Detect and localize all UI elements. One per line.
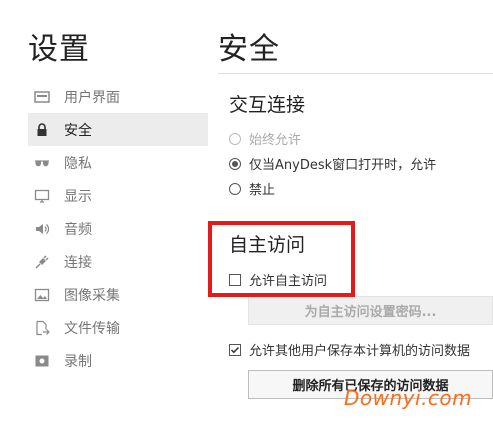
checkbox[interactable] — [229, 343, 241, 356]
record-icon — [34, 353, 50, 369]
sunglasses-icon — [34, 155, 50, 171]
title-divider — [218, 73, 493, 74]
radio-label: 禁止 — [249, 183, 276, 198]
radio-label: 仅当AnyDesk窗口打开时，允许 — [249, 158, 437, 173]
sidebar-item-recording[interactable]: 录制 — [28, 344, 208, 377]
checkmark-icon — [230, 346, 240, 353]
sidebar-item-label: 图像采集 — [64, 287, 120, 304]
button-label: 为自主访问设置密码... — [304, 305, 437, 320]
sidebar-item-connection[interactable]: 连接 — [28, 245, 208, 278]
settings-sidebar: 用户界面 安全 隐私 显示 音频 连接 图像采集 文件传输 录制 — [28, 80, 208, 377]
radio-only-when-window-open[interactable]: 仅当AnyDesk窗口打开时，允许 — [229, 154, 436, 173]
file-transfer-icon — [34, 320, 50, 336]
set-password-button[interactable]: 为自主访问设置密码... — [248, 296, 493, 325]
radio-button[interactable] — [229, 132, 241, 145]
plug-icon — [34, 254, 50, 270]
sidebar-item-label: 显示 — [64, 188, 92, 205]
lock-icon — [34, 122, 50, 138]
sidebar-item-audio[interactable]: 音频 — [28, 212, 208, 245]
highlight-annotation-box — [208, 221, 355, 297]
sidebar-item-label: 文件传输 — [64, 320, 120, 337]
allow-others-save-access[interactable]: 允许其他用户保存本计算机的访问数据 — [229, 340, 470, 359]
interactive-access-title: 交互连接 — [229, 94, 306, 116]
radio-button[interactable] — [229, 157, 241, 170]
sidebar-item-security[interactable]: 安全 — [28, 113, 208, 146]
settings-title: 设置 — [28, 32, 90, 67]
display-icon — [34, 188, 50, 204]
radio-deny[interactable]: 禁止 — [229, 179, 275, 198]
image-icon — [34, 287, 50, 303]
sidebar-item-label: 安全 — [64, 122, 92, 139]
sidebar-item-label: 音频 — [64, 221, 92, 238]
sidebar-item-label: 隐私 — [64, 155, 92, 172]
radio-always-allow[interactable]: 始终允许 — [229, 129, 301, 148]
sidebar-item-display[interactable]: 显示 — [28, 179, 208, 212]
sidebar-item-label: 连接 — [64, 254, 92, 271]
monitor-window-icon — [34, 89, 50, 105]
speaker-icon — [34, 221, 50, 237]
sidebar-item-user-interface[interactable]: 用户界面 — [28, 80, 208, 113]
watermark: Downyi.com — [344, 386, 473, 410]
radio-label: 始终允许 — [249, 133, 302, 148]
sidebar-item-label: 录制 — [64, 353, 92, 370]
page-title: 安全 — [218, 32, 280, 67]
radio-button[interactable] — [229, 182, 241, 195]
sidebar-item-label: 用户界面 — [64, 89, 120, 106]
checkbox-label: 允许其他用户保存本计算机的访问数据 — [249, 344, 471, 359]
sidebar-item-file-transfer[interactable]: 文件传输 — [28, 311, 208, 344]
sidebar-item-image-capture[interactable]: 图像采集 — [28, 278, 208, 311]
sidebar-item-privacy[interactable]: 隐私 — [28, 146, 208, 179]
